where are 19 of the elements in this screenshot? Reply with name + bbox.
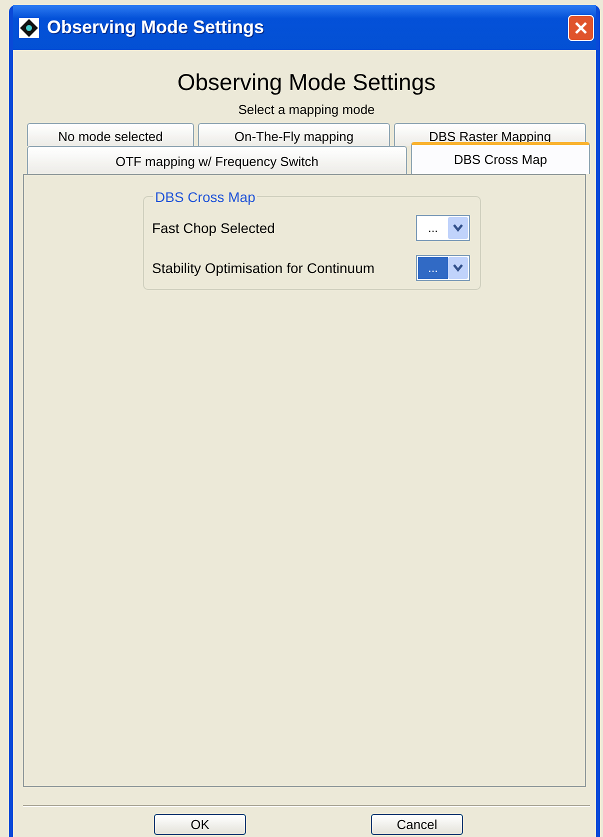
- dialog-subtitle: Select a mapping mode: [237, 102, 376, 117]
- dialog-heading: Observing Mode Settings: [176, 69, 437, 96]
- tab[interactable]: DBS Cross Map: [410, 142, 590, 174]
- chevron-down-icon: [448, 257, 468, 279]
- close-button[interactable]: [568, 14, 594, 40]
- chevron-down-icon: [448, 217, 468, 239]
- dialog-button[interactable]: Cancel: [371, 814, 463, 835]
- window-title: Observing Mode Settings: [47, 17, 266, 38]
- setting-label: Fast Chop Selected: [152, 220, 275, 236]
- setting-label: Stability Optimisation for Continuum: [152, 260, 375, 276]
- group-title: DBS Cross Map: [153, 189, 258, 205]
- dropdown[interactable]: ...: [416, 255, 470, 281]
- tab[interactable]: No mode selected: [27, 123, 194, 146]
- dialog-button[interactable]: OK: [154, 814, 246, 835]
- tab[interactable]: On-The-Fly mapping: [198, 123, 390, 146]
- diamond-icon: [19, 18, 39, 38]
- dropdown[interactable]: ...: [416, 215, 470, 241]
- close-icon: [574, 20, 588, 34]
- tab[interactable]: OTF mapping w/ Frequency Switch: [27, 146, 407, 174]
